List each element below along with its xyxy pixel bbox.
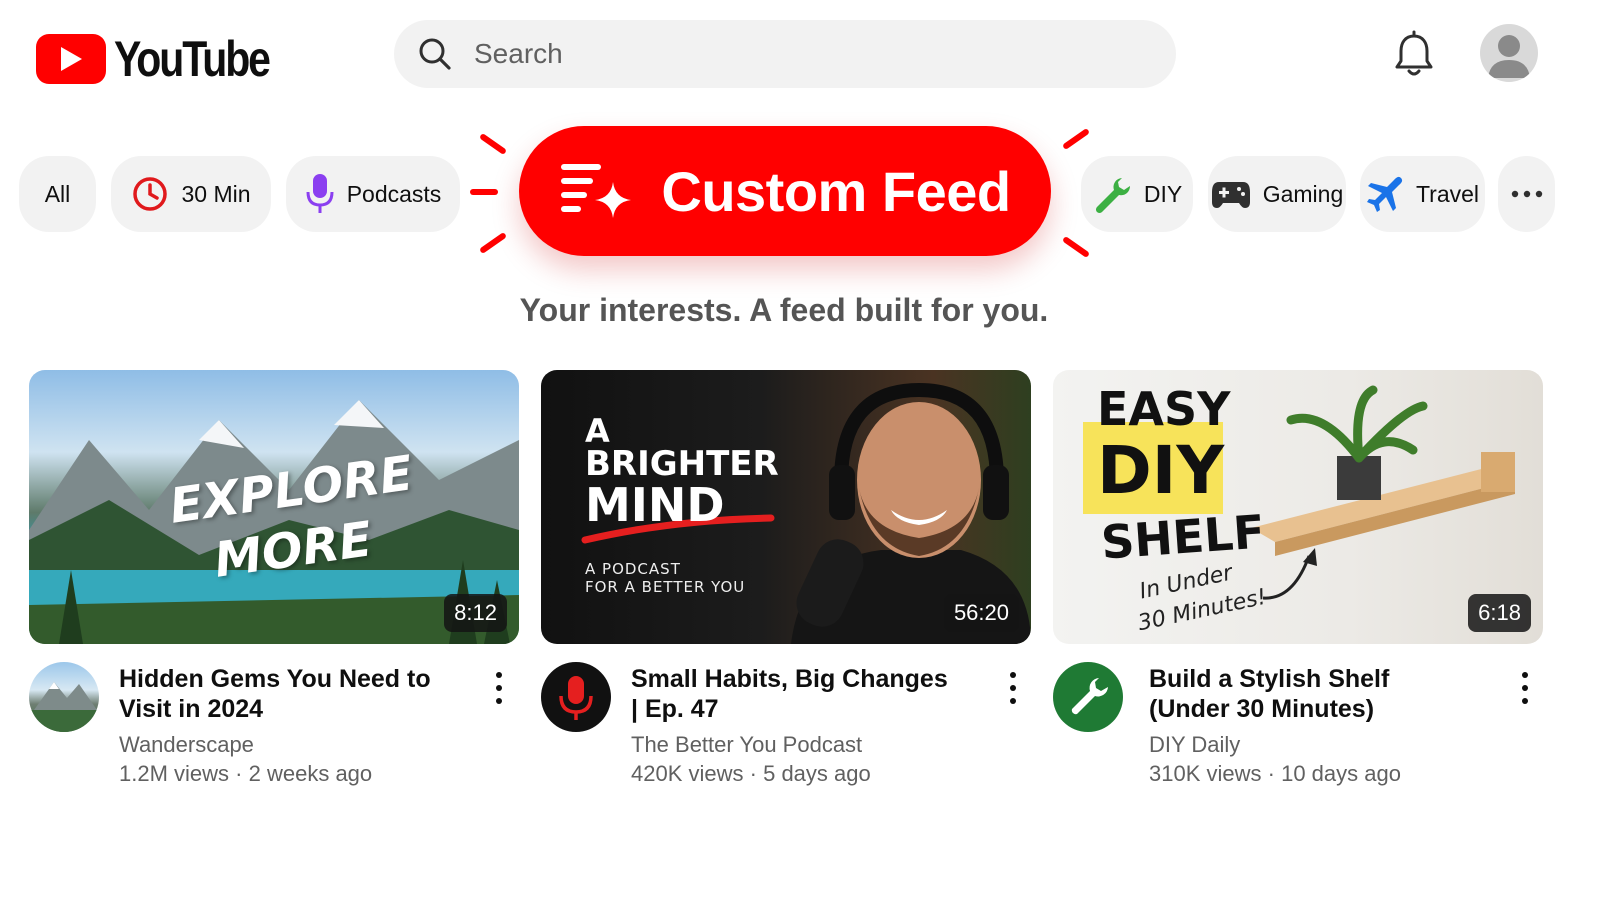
sparkle-list-icon [561,164,632,218]
custom-feed-label: Custom Feed [661,159,1011,223]
chip-label: DIY [1143,180,1183,207]
channel-name[interactable]: The Better You Podcast [631,732,862,758]
view-count: 310K views [1149,761,1262,786]
more-chips-button[interactable] [1498,156,1555,232]
youtube-logo[interactable]: YouTube [36,30,303,88]
video-title[interactable]: Small Habits, Big Changes | Ep. 47 [631,664,951,724]
video-metadata: 1.2M views · 2 weeks ago [119,761,372,787]
wrench-icon [1071,678,1108,715]
logo-text: YouTube [114,31,271,87]
gamepad-icon [1211,182,1250,208]
thumbnail-title-line: EASY [1097,382,1231,436]
view-count: 420K views [631,761,744,786]
thumbnail-title-line: DIY [1097,432,1225,509]
thumbnail-subtitle-line: A PODCAST [585,560,681,578]
video-duration: 8:12 [444,594,507,632]
mountain-avatar-image [29,682,99,732]
highlight-ray [478,132,508,156]
video-card[interactable]: EXPLORE MORE 8:12 Hidden Gems You Need t… [29,370,519,786]
upload-age: 5 days ago [763,761,871,786]
upload-age: 10 days ago [1281,761,1401,786]
video-card[interactable]: A BRIGHTER MIND A PODCAST FOR A BETTER Y… [541,370,1031,786]
video-duration: 56:20 [943,594,1019,632]
user-silhouette-icon [1488,35,1530,78]
more-vertical-icon[interactable] [1519,670,1531,706]
user-avatar[interactable] [1480,24,1538,82]
notifications-bell-icon[interactable] [1392,30,1436,78]
search-bar[interactable] [394,20,1176,88]
search-input[interactable] [474,38,1154,70]
wrench-icon [1095,178,1130,214]
more-vertical-icon[interactable] [1007,670,1019,706]
chip-label: Gaming [1262,180,1344,207]
video-title[interactable]: Build a Stylish Shelf (Under 30 Minutes) [1149,664,1449,724]
channel-name[interactable]: Wanderscape [119,732,254,758]
clock-icon [133,177,168,211]
chip-all[interactable]: All [19,156,96,232]
channel-avatar[interactable] [1053,662,1123,732]
video-metadata: 420K views · 5 days ago [631,761,871,787]
youtube-play-logo-icon [36,34,106,84]
more-horizontal-icon [1511,190,1542,198]
custom-feed-tagline: Your interests. A feed built for you. [519,292,1049,328]
search-icon [419,38,451,70]
more-vertical-icon[interactable] [493,670,505,706]
chip-label: Travel [1415,180,1480,207]
meta-separator: · [749,761,764,786]
custom-feed-button[interactable]: Custom Feed [519,126,1051,256]
video-card[interactable]: EASY DIY SHELF In Under 30 Minutes! 6:18… [1053,370,1543,786]
highlight-ray [470,189,498,195]
chip-label: 30 Min [181,180,251,207]
chip-diy[interactable]: DIY [1081,156,1193,232]
view-count: 1.2M views [119,761,230,786]
chip-label: Podcasts [346,180,442,207]
video-thumbnail[interactable]: A BRIGHTER MIND A PODCAST FOR A BETTER Y… [541,370,1031,644]
meta-separator: · [1267,761,1282,786]
video-title[interactable]: Hidden Gems You Need to Visit in 2024 [119,664,449,724]
microphone-icon [306,174,334,213]
video-metadata: 310K views · 10 days ago [1149,761,1401,787]
chip-travel[interactable]: Travel [1360,156,1485,232]
video-duration: 6:18 [1468,594,1531,632]
chip-label: All [44,180,71,207]
chip-podcasts[interactable]: Podcasts [286,156,460,232]
thumbnail-title-line: SHELF [1099,504,1267,570]
microphone-icon [559,676,593,720]
channel-avatar[interactable] [29,662,99,732]
thumbnail-subtitle-line: FOR A BETTER YOU [585,578,746,596]
meta-separator: · [235,761,249,786]
upload-age: 2 weeks ago [248,761,373,786]
highlight-ray [478,231,508,255]
chip-gaming[interactable]: Gaming [1208,156,1346,232]
airplane-icon [1366,176,1403,212]
highlight-ray [1061,127,1091,151]
thumbnail-title-line: MIND [585,478,725,532]
chip-30-min[interactable]: 30 Min [111,156,271,232]
video-thumbnail[interactable]: EASY DIY SHELF In Under 30 Minutes! 6:18 [1053,370,1543,644]
channel-name[interactable]: DIY Daily [1149,732,1240,758]
highlight-ray [1061,235,1091,259]
channel-avatar[interactable] [541,662,611,732]
video-thumbnail[interactable]: EXPLORE MORE 8:12 [29,370,519,644]
